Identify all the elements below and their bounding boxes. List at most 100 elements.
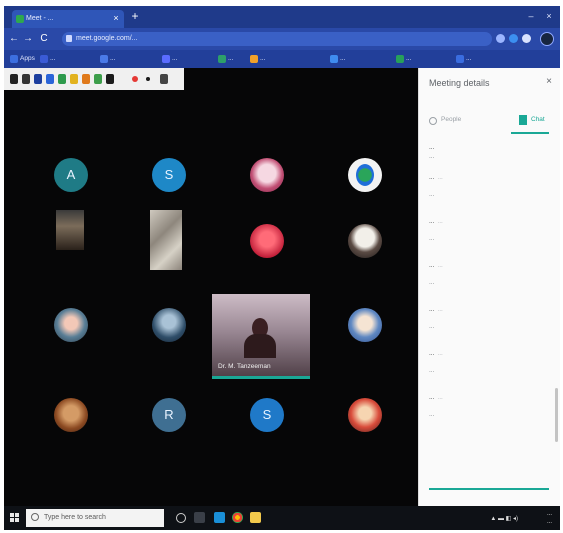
- tab-title: Meet - ...: [26, 15, 54, 22]
- chat-message: ... ...: [429, 144, 553, 174]
- bookmark-icon: [40, 55, 48, 63]
- task-view-icon[interactable]: [194, 512, 205, 523]
- tab-close-icon[interactable]: ×: [110, 12, 122, 24]
- message-text: ...: [429, 235, 435, 242]
- participant-photo[interactable]: [54, 398, 88, 432]
- lock-icon: [66, 35, 72, 42]
- pen-icon[interactable]: [94, 74, 102, 84]
- clock-time: ...: [546, 511, 552, 517]
- bookmark-icon: [162, 55, 170, 63]
- bookmark-icon: [396, 55, 404, 63]
- extension-toolbar: [4, 68, 184, 90]
- bookmarks-bar: Apps ... ... ... ... ... ... ... ...: [4, 50, 560, 68]
- participant-photo[interactable]: [348, 398, 382, 432]
- participant-photo[interactable]: [348, 224, 382, 258]
- active-speaker-video[interactable]: Dr. M. Tanzeeman: [212, 294, 310, 376]
- taskbar-search-input[interactable]: Type here to search: [26, 509, 164, 527]
- star-icon[interactable]: [496, 34, 505, 43]
- minimize-button[interactable]: –: [524, 9, 538, 23]
- participant-photo[interactable]: [152, 308, 186, 342]
- participant-avatar[interactable]: S: [152, 158, 186, 192]
- move-icon[interactable]: [160, 74, 168, 84]
- participant-photo[interactable]: [348, 158, 382, 192]
- participant-photo[interactable]: [54, 308, 88, 342]
- system-tray-icons[interactable]: ▲ ▬ ◧ ◂): [490, 515, 518, 522]
- participant-photo[interactable]: [348, 308, 382, 342]
- participant-video[interactable]: [56, 210, 84, 250]
- speaker-name: Dr. M. Tanzeeman: [218, 363, 271, 370]
- bookmark-icon: [456, 55, 464, 63]
- close-window-button[interactable]: ×: [542, 9, 556, 23]
- bookmark-item[interactable]: Apps: [10, 53, 35, 65]
- message-text: ...: [429, 411, 435, 418]
- tab-chat[interactable]: Chat: [519, 110, 545, 130]
- windows-start-icon[interactable]: [10, 513, 20, 523]
- active-speaker-indicator: [212, 376, 310, 379]
- panel-title: Meeting details: [429, 78, 490, 88]
- new-tab-button[interactable]: +: [128, 9, 142, 23]
- pen-icon[interactable]: [82, 74, 90, 84]
- url-input[interactable]: meet.google.com/...: [62, 32, 492, 46]
- browser-tab-bar: Meet - ... × + – ×: [4, 6, 560, 28]
- chat-scrollbar[interactable]: [555, 388, 558, 442]
- participant-photo[interactable]: [250, 158, 284, 192]
- bookmark-item[interactable]: ...: [218, 53, 233, 65]
- sender-name: ...: [429, 144, 435, 151]
- bookmark-item[interactable]: ...: [330, 53, 345, 65]
- tab-underline: [511, 132, 549, 134]
- meet-favicon-icon: [16, 15, 24, 23]
- speaker-body: [244, 334, 276, 358]
- participant-video[interactable]: [150, 210, 182, 270]
- close-panel-icon[interactable]: ×: [546, 76, 552, 87]
- tab-meet[interactable]: Meet - ... ×: [12, 10, 124, 28]
- bookmark-item[interactable]: ...: [100, 53, 115, 65]
- edge-icon[interactable]: [214, 512, 225, 523]
- bookmark-item[interactable]: ...: [40, 53, 55, 65]
- pen-icon[interactable]: [58, 74, 66, 84]
- chat-message: ...... ...: [429, 218, 553, 262]
- bookmark-icon: [100, 55, 108, 63]
- pen-icon[interactable]: [22, 74, 30, 84]
- bookmark-item[interactable]: ...: [162, 53, 177, 65]
- extension-icon[interactable]: [522, 34, 531, 43]
- bookmark-item[interactable]: ...: [250, 53, 265, 65]
- chat-input[interactable]: [429, 488, 549, 490]
- chat-messages: ... ... ...... ... ...... ... ...... ...…: [429, 144, 553, 438]
- message-time: ...: [437, 306, 443, 313]
- tab-people[interactable]: People: [429, 110, 461, 130]
- message-time: ...: [437, 262, 443, 269]
- participant-avatar[interactable]: R: [152, 398, 186, 432]
- participant-avatar[interactable]: S: [250, 398, 284, 432]
- back-button[interactable]: ←: [8, 32, 20, 46]
- bookmark-item[interactable]: ...: [456, 53, 471, 65]
- apps-icon: [10, 55, 18, 63]
- chat-message: ...... ...: [429, 174, 553, 218]
- reload-button[interactable]: C: [38, 32, 50, 46]
- participant-avatar[interactable]: A: [54, 158, 88, 192]
- bookmark-icon: [250, 55, 258, 63]
- chat-message: ...... ...: [429, 394, 553, 438]
- logo-icon: [356, 164, 374, 186]
- pen-icon[interactable]: [10, 74, 18, 84]
- bookmark-icon: [330, 55, 338, 63]
- file-explorer-icon[interactable]: [250, 512, 261, 523]
- sender-name: ......: [429, 394, 443, 401]
- pen-icon[interactable]: [46, 74, 54, 84]
- eraser-icon[interactable]: [106, 74, 114, 84]
- bookmark-item[interactable]: ...: [396, 53, 411, 65]
- extension-icon[interactable]: [509, 34, 518, 43]
- message-time: ...: [437, 350, 443, 357]
- chat-message: ...... ...: [429, 262, 553, 306]
- record-icon[interactable]: [132, 76, 138, 82]
- pen-icon[interactable]: [70, 74, 78, 84]
- chat-icon: [519, 115, 527, 125]
- forward-button[interactable]: →: [22, 32, 34, 46]
- meeting-stage: A S Dr. M. Tanzeeman R S: [4, 68, 418, 506]
- cortana-icon[interactable]: [176, 513, 186, 523]
- dot-icon[interactable]: [146, 77, 150, 81]
- profile-avatar[interactable]: [540, 32, 554, 46]
- chrome-icon[interactable]: [232, 512, 243, 523]
- clock[interactable]: ... ...: [547, 510, 552, 526]
- participant-photo[interactable]: [250, 224, 284, 258]
- pen-icon[interactable]: [34, 74, 42, 84]
